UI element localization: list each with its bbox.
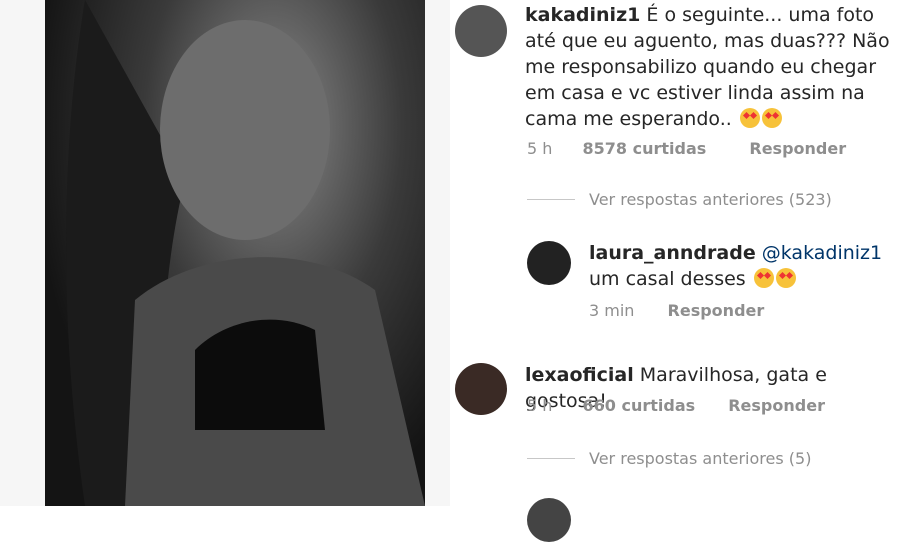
- comment-meta: 5 h 8578 curtidas Responder: [527, 139, 846, 158]
- view-more-replies[interactable]: Ver respostas anteriores (523): [589, 190, 832, 209]
- comment-time: 5 h: [527, 139, 553, 158]
- comments-panel: kakadiniz1 É o seguinte... uma foto até …: [450, 0, 900, 542]
- comment-username[interactable]: kakadiniz1: [525, 4, 640, 26]
- reply-button[interactable]: Responder: [728, 396, 825, 415]
- like-count[interactable]: 8578 curtidas: [583, 139, 707, 158]
- mention-link[interactable]: @kakadiniz1: [762, 242, 882, 264]
- comment-meta: 5 h 660 curtidas Responder: [527, 396, 825, 415]
- portrait-silhouette: [66, 0, 425, 506]
- post-photo[interactable]: [45, 0, 425, 506]
- avatar[interactable]: [527, 241, 571, 285]
- divider: [527, 458, 575, 459]
- avatar[interactable]: [527, 498, 571, 542]
- reply-time: 3 min: [589, 301, 635, 320]
- heart-eyes-emoji: [775, 268, 796, 288]
- heart-eyes-emoji: [739, 108, 760, 128]
- reply-button[interactable]: Responder: [668, 301, 765, 320]
- reply-body: laura_anndrade @kakadiniz1 um casal dess…: [589, 240, 894, 292]
- divider: [527, 199, 575, 200]
- avatar[interactable]: [455, 363, 507, 415]
- reply-meta: 3 min Responder: [589, 301, 764, 320]
- avatar[interactable]: [455, 5, 507, 57]
- reply-button[interactable]: Responder: [749, 139, 846, 158]
- comment-time: 5 h: [527, 396, 553, 415]
- like-count[interactable]: 660 curtidas: [583, 396, 696, 415]
- heart-eyes-emoji: [761, 108, 782, 128]
- heart-eyes-emoji: [753, 268, 774, 288]
- comment-body: kakadiniz1 É o seguinte... uma foto até …: [525, 2, 895, 132]
- view-more-replies[interactable]: Ver respostas anteriores (5): [589, 449, 811, 468]
- comment-username[interactable]: lexaoficial: [525, 364, 634, 386]
- reply-text: um casal desses: [589, 268, 746, 290]
- reply-username[interactable]: laura_anndrade: [589, 242, 756, 264]
